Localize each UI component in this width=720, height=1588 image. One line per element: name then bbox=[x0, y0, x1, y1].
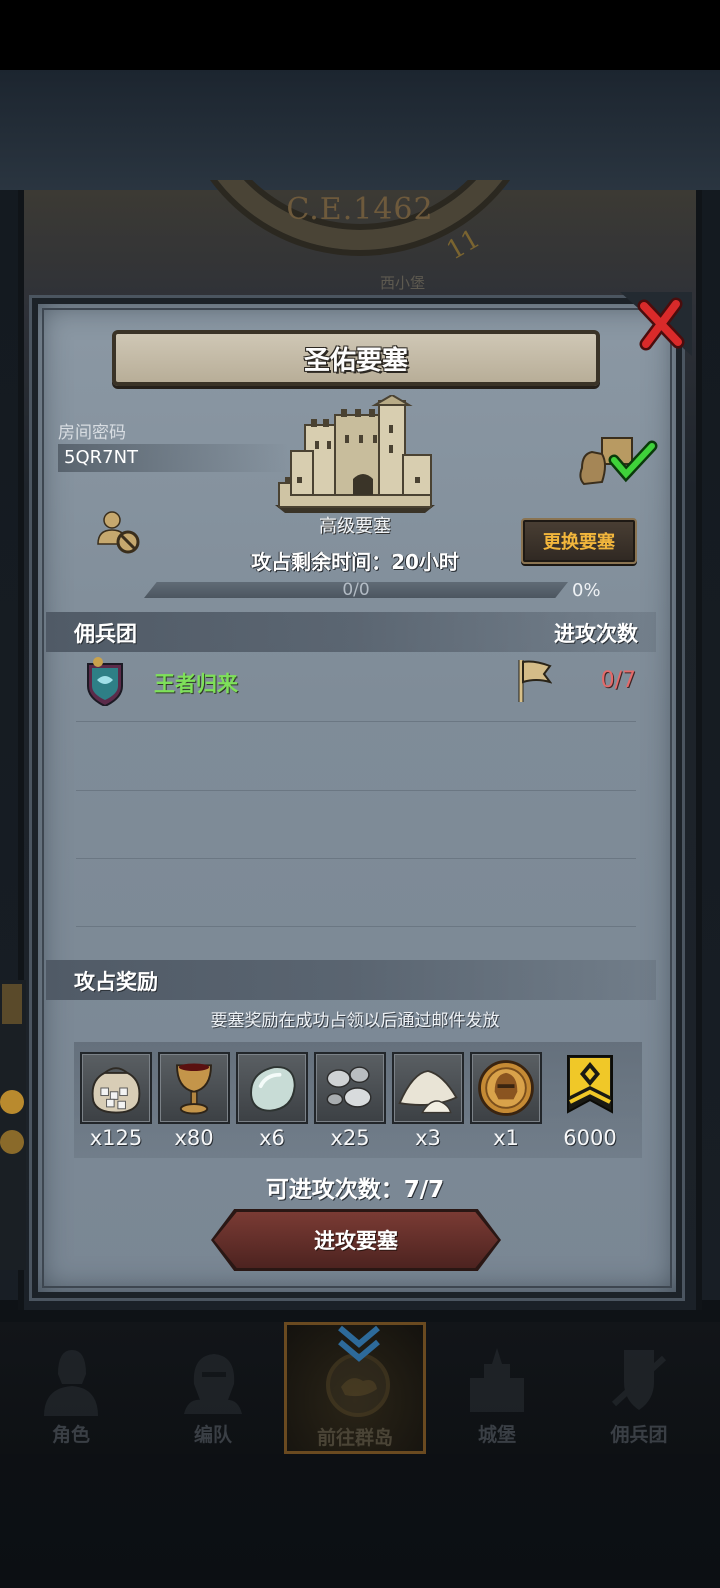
reward-note: 要塞奖励在成功占领以后通过邮件发放 bbox=[210, 1011, 500, 1031]
reward-item[interactable]: x1 bbox=[470, 1052, 542, 1152]
empty-row-divider bbox=[76, 926, 636, 927]
chevron-down-icon bbox=[338, 1325, 380, 1362]
goblet-icon bbox=[176, 1063, 212, 1115]
room-code-value: 5QR7NT bbox=[58, 444, 288, 472]
silver-pearls-icon bbox=[326, 1066, 372, 1108]
reward-item[interactable]: x25 bbox=[314, 1052, 386, 1152]
honor-banner-icon bbox=[567, 1055, 613, 1114]
reward-item[interactable]: x6 bbox=[236, 1052, 308, 1152]
attacks-available: 可进攻次数：7/7 bbox=[265, 1177, 445, 1203]
helmet-squad-icon bbox=[184, 1354, 242, 1414]
empty-row-divider bbox=[76, 790, 636, 791]
reward-qty: x80 bbox=[174, 1126, 214, 1150]
nav-label: 城堡 bbox=[477, 1424, 516, 1446]
reward-header: 攻占奖励 bbox=[74, 970, 158, 994]
nav-item-mercenary[interactable]: 佣兵团 bbox=[568, 1322, 710, 1454]
mercenary-section-header: 佣兵团 进攻次数 bbox=[46, 612, 656, 652]
empty-row-divider bbox=[76, 858, 636, 859]
reward-section-header: 攻占奖励 bbox=[46, 960, 656, 1000]
nav-label: 编队 bbox=[193, 1424, 232, 1446]
silver-ore-sack-icon bbox=[91, 1067, 141, 1114]
top-letterbox bbox=[0, 70, 720, 190]
moonstone-icon bbox=[250, 1066, 296, 1112]
mercenary-icon bbox=[611, 1350, 667, 1410]
nav-label: 前往群岛 bbox=[316, 1427, 393, 1449]
change-fortress-button[interactable]: 更换要塞 bbox=[521, 518, 637, 564]
mercenary-header: 佣兵团 bbox=[74, 622, 137, 646]
salt-pile-icon bbox=[398, 1070, 458, 1114]
supply-bag-icon[interactable] bbox=[576, 434, 658, 488]
nav-item-squad[interactable]: 编队 bbox=[142, 1322, 284, 1454]
castle-icon bbox=[470, 1348, 524, 1412]
reward-qty: x6 bbox=[259, 1126, 285, 1150]
game-screen: C.E.1462 西小堡 11 圣佑要塞 房间密码 5QR7NT 高级要塞 攻占… bbox=[0, 0, 720, 1588]
reward-item[interactable]: x80 bbox=[158, 1052, 230, 1152]
modal-title: 圣佑要塞 bbox=[303, 345, 408, 376]
golden-helmet-coin-icon bbox=[478, 1060, 534, 1116]
reward-item[interactable]: x3 bbox=[392, 1052, 464, 1152]
mercenary-row[interactable]: 王者归来 0/7 bbox=[76, 654, 636, 722]
progress-text: 0/0 bbox=[342, 580, 370, 600]
era-year: C.E.1462 bbox=[286, 192, 434, 227]
flag-icon bbox=[518, 660, 552, 702]
reward-item[interactable]: 6000 bbox=[554, 1052, 626, 1152]
attacks-header: 进攻次数 bbox=[554, 622, 638, 646]
reward-qty: 6000 bbox=[563, 1126, 617, 1150]
nav-label: 角色 bbox=[51, 1424, 90, 1446]
reward-item[interactable]: x125 bbox=[80, 1052, 152, 1152]
close-icon[interactable] bbox=[620, 292, 692, 356]
attack-fortress-label: 进攻要塞 bbox=[314, 1229, 398, 1253]
reward-qty: x3 bbox=[415, 1126, 441, 1150]
dial-hour: 11 bbox=[441, 223, 486, 267]
user-block-icon[interactable] bbox=[96, 510, 142, 556]
nav-label: 佣兵团 bbox=[610, 1424, 668, 1446]
nav-item-character[interactable]: 角色 bbox=[0, 1322, 142, 1454]
fortress-image bbox=[275, 395, 435, 513]
reward-qty: x25 bbox=[330, 1126, 370, 1150]
modal-title-banner: 圣佑要塞 bbox=[112, 330, 600, 386]
change-fortress-label: 更换要塞 bbox=[543, 532, 615, 553]
era-dial: C.E.1462 西小堡 11 bbox=[90, 180, 630, 310]
guild-emblem-icon bbox=[87, 657, 123, 706]
guild-name: 王者归来 bbox=[154, 672, 238, 696]
reward-qty: x1 bbox=[493, 1126, 519, 1150]
attack-count: 0/7 bbox=[600, 668, 636, 693]
knight-bust-icon bbox=[44, 1350, 98, 1416]
room-code-label: 房间密码 bbox=[58, 423, 126, 443]
map-location-label: 西小堡 bbox=[380, 274, 426, 292]
reward-qty: x125 bbox=[89, 1126, 143, 1150]
progress-percent: 0% bbox=[572, 580, 601, 601]
side-tab-icons[interactable] bbox=[0, 980, 26, 1270]
nav-item-castle[interactable]: 城堡 bbox=[426, 1322, 568, 1454]
attack-fortress-button[interactable]: 进攻要塞 bbox=[214, 1212, 498, 1268]
reward-list: x125 x80 x6 x25 x3 x1 6000 bbox=[74, 1042, 642, 1158]
